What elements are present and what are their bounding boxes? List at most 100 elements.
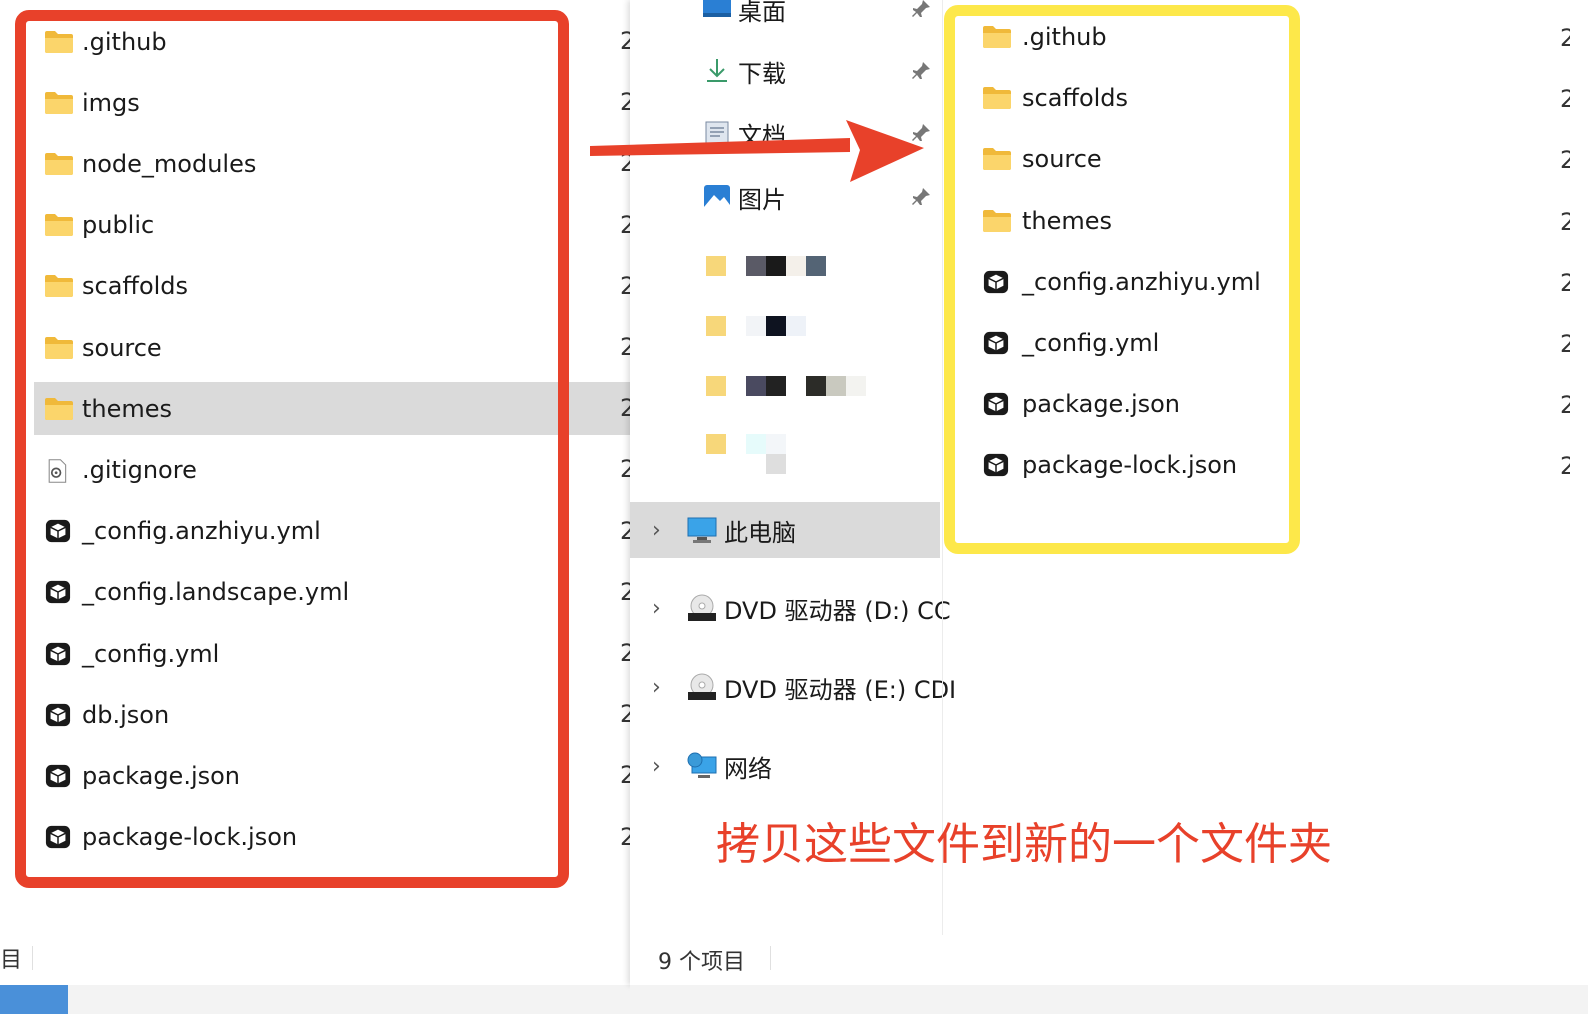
folder-icon <box>44 273 74 299</box>
network-icon <box>686 751 718 781</box>
file-row[interactable]: _config.yml <box>34 627 630 680</box>
date-modified-cell: 2 <box>620 516 630 545</box>
file-row[interactable]: themes <box>34 382 630 436</box>
file-row[interactable]: source <box>982 134 1282 184</box>
file-row[interactable]: .github <box>982 12 1282 62</box>
pixelated-recent-item[interactable] <box>700 434 880 474</box>
left-explorer-window: .github 2 imgs 2 node_modules 2 public 2 scaffol… <box>0 0 630 985</box>
date-modified-cell: 2 <box>1560 24 1570 52</box>
annotation-caption: 拷贝这些文件到新的一个文件夹 <box>716 819 1332 870</box>
pixel-block <box>786 256 806 276</box>
date-modified-cell: 2 <box>1560 268 1570 297</box>
pixel-block <box>746 376 766 396</box>
red-arrow-annotation <box>590 120 924 182</box>
folder-icon <box>982 146 1012 172</box>
file-name: source <box>1022 145 1102 174</box>
pane-divider[interactable] <box>942 0 943 935</box>
date-modified-cell: 2 <box>620 394 630 423</box>
box-file-icon <box>982 452 1012 478</box>
folder-icon <box>44 396 74 422</box>
file-row[interactable]: .gitignore <box>34 443 630 496</box>
file-name: db.json <box>82 700 170 729</box>
item-count-status: 9 个项目 <box>658 950 745 975</box>
quick-access-item[interactable]: 桌面 <box>702 0 786 34</box>
file-name: package-lock.json <box>82 823 298 852</box>
nav-tree-item[interactable]: › 此电脑 <box>630 502 940 558</box>
settings-file-icon <box>44 457 74 483</box>
status-separator <box>770 946 771 970</box>
box-file-icon <box>44 702 74 728</box>
pin-icon[interactable] <box>910 60 932 82</box>
date-modified-cell: 2 <box>620 639 630 667</box>
chevron-right-icon[interactable]: › <box>652 675 668 700</box>
date-modified-cell: 2 <box>1560 85 1570 114</box>
date-modified-cell: 2 <box>620 577 630 606</box>
file-row[interactable]: scaffolds <box>34 260 630 313</box>
nav-tree-label: 此电脑 <box>724 518 796 547</box>
pixel-block <box>806 256 826 276</box>
file-row[interactable]: _config.anzhiyu.yml <box>34 505 630 558</box>
file-name: .gitignore <box>82 455 197 484</box>
file-row[interactable]: imgs <box>34 76 630 129</box>
folder-icon <box>982 85 1012 111</box>
box-file-icon <box>44 579 74 605</box>
chevron-right-icon[interactable]: › <box>652 754 668 779</box>
file-row[interactable]: node_modules <box>34 137 630 190</box>
file-row[interactable]: public <box>34 199 630 252</box>
file-row[interactable]: .github <box>34 15 630 68</box>
file-row[interactable]: package.json <box>982 379 1282 429</box>
file-name: .github <box>82 27 167 56</box>
file-row[interactable]: package-lock.json <box>34 811 630 864</box>
date-modified-cell: 2 <box>620 455 630 484</box>
file-name: scaffolds <box>82 272 189 301</box>
folder-icon <box>44 151 74 177</box>
left-bottom-strip <box>68 985 630 1014</box>
pixel-block <box>806 376 826 396</box>
file-row[interactable]: _config.yml <box>982 318 1282 368</box>
file-row[interactable]: scaffolds <box>982 73 1282 123</box>
folder-icon <box>44 90 74 116</box>
file-row[interactable]: themes <box>982 196 1282 246</box>
nav-tree-label: 网络 <box>724 754 772 783</box>
pixel-block <box>826 376 846 396</box>
file-name: _config.landscape.yml <box>82 578 350 607</box>
pixel-block <box>766 316 786 336</box>
date-modified-cell: 2 <box>1560 391 1570 420</box>
pixelated-recent-item[interactable] <box>700 316 880 342</box>
folder-icon <box>982 208 1012 234</box>
nav-tree-item[interactable]: › 网络 <box>630 738 940 794</box>
file-row[interactable]: package-lock.json <box>982 440 1282 490</box>
pixelated-recent-item[interactable] <box>700 376 880 402</box>
file-name: _config.yml <box>82 639 220 668</box>
download-icon <box>702 57 732 85</box>
date-modified-cell: 2 <box>1560 330 1570 358</box>
date-modified-cell: 2 <box>1560 452 1570 481</box>
file-row[interactable]: _config.landscape.yml <box>34 566 630 619</box>
pixel-block <box>766 434 786 454</box>
pixel-block <box>746 316 766 336</box>
file-name: .github <box>1022 23 1107 51</box>
date-modified-cell: 2 <box>620 210 630 239</box>
pixelated-recent-item[interactable] <box>700 256 880 282</box>
chevron-right-icon[interactable]: › <box>652 596 668 621</box>
folder-icon <box>44 335 74 361</box>
file-name: package-lock.json <box>1022 451 1238 480</box>
nav-tree-label: DVD 驱动器 (E:) CDI <box>724 675 957 704</box>
file-row[interactable]: source <box>34 321 630 374</box>
date-modified-cell: 2 <box>620 700 630 729</box>
desktop-icon <box>702 0 732 23</box>
file-name: public <box>82 211 155 240</box>
file-name: package.json <box>1022 390 1181 419</box>
nav-tree-item[interactable]: › DVD 驱动器 (E:) CDI <box>630 659 956 715</box>
taskbar-button[interactable] <box>0 985 68 1014</box>
quick-access-item[interactable]: 下载 <box>702 46 786 96</box>
nav-tree-item[interactable]: › DVD 驱动器 (D:) CC <box>630 580 951 636</box>
file-row[interactable]: package.json <box>34 749 630 802</box>
file-row[interactable]: _config.anzhiyu.yml <box>982 257 1282 307</box>
pixel-block <box>706 376 726 396</box>
chevron-right-icon[interactable]: › <box>652 518 668 543</box>
quick-access-label: 下载 <box>738 59 786 88</box>
pixel-block <box>766 454 786 474</box>
pin-icon[interactable] <box>910 0 932 20</box>
file-row[interactable]: db.json <box>34 688 630 741</box>
